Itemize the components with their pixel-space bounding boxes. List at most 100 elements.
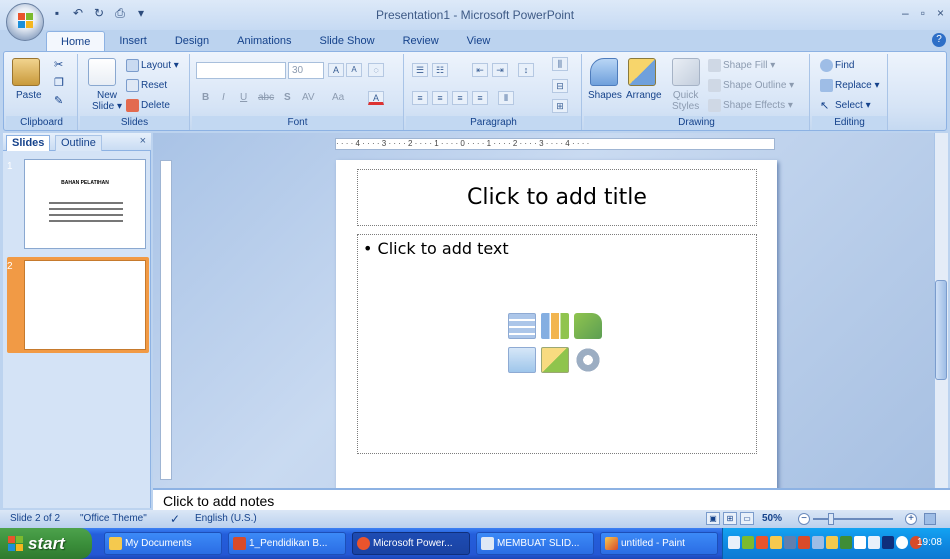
normal-view-icon[interactable]: ▣ — [706, 512, 720, 525]
insert-clipart-icon[interactable] — [541, 347, 569, 373]
customize-qat-icon[interactable]: ▾ — [134, 6, 148, 20]
zoom-slider[interactable] — [813, 518, 893, 520]
taskbar-item-my-documents[interactable]: My Documents — [104, 532, 222, 555]
slide-thumbnail-2[interactable] — [24, 260, 146, 350]
strikethrough-button[interactable]: abc — [258, 92, 274, 103]
new-slide-button[interactable]: New Slide ▾ — [92, 90, 122, 112]
replace-button[interactable]: Replace ▾ — [820, 79, 880, 92]
zoom-slider-handle[interactable] — [828, 513, 834, 525]
tab-outline[interactable]: Outline — [55, 135, 102, 151]
taskbar-item-paint[interactable]: untitled - Paint — [600, 532, 718, 555]
font-name-box[interactable] — [196, 62, 286, 79]
find-button[interactable]: Find — [820, 59, 854, 72]
tray-app-icon[interactable] — [840, 536, 852, 549]
tray-app-icon[interactable] — [812, 536, 824, 549]
close-button[interactable]: × — [937, 6, 944, 20]
shapes-icon[interactable] — [590, 58, 618, 86]
undo-icon[interactable]: ↶ — [71, 6, 85, 20]
clear-format-icon[interactable]: ◌ — [368, 63, 384, 77]
format-painter-icon[interactable]: ✎ — [54, 94, 63, 107]
justify-icon[interactable]: ≡ — [472, 91, 488, 105]
zoom-in-icon[interactable]: + — [905, 513, 917, 525]
slide-sorter-icon[interactable]: ⊞ — [723, 512, 737, 525]
language-indicator[interactable]: English (U.S.) — [195, 510, 257, 528]
delete-button[interactable]: Delete — [126, 99, 170, 112]
text-direction-icon[interactable]: ⫼ — [552, 57, 568, 71]
insert-chart-icon[interactable] — [541, 313, 569, 339]
tray-volume-icon[interactable] — [896, 536, 908, 549]
tab-animations[interactable]: Animations — [223, 31, 305, 51]
tray-network-icon[interactable] — [868, 536, 880, 549]
tab-design[interactable]: Design — [161, 31, 223, 51]
decrease-indent-icon[interactable]: ⇤ — [472, 63, 488, 77]
scrollbar-thumb[interactable] — [935, 280, 947, 380]
bold-button[interactable]: B — [202, 92, 209, 103]
tray-app-icon[interactable] — [784, 536, 796, 549]
minimize-button[interactable]: – — [902, 6, 909, 20]
shrink-font-button[interactable]: A — [346, 63, 362, 77]
font-color-button[interactable]: A — [368, 91, 384, 105]
shapes-button[interactable]: Shapes — [588, 90, 622, 101]
align-text-icon[interactable]: ⊟ — [552, 79, 568, 93]
change-case-button[interactable]: Aa — [332, 92, 344, 103]
tab-review[interactable]: Review — [389, 31, 453, 51]
zoom-out-icon[interactable]: − — [798, 513, 810, 525]
tray-arrow-icon[interactable] — [728, 536, 740, 549]
zoom-level[interactable]: 50% — [762, 510, 782, 528]
paste-icon[interactable] — [12, 58, 40, 86]
shape-effects-button[interactable]: Shape Effects ▾ — [708, 99, 793, 112]
line-spacing-icon[interactable]: ↕ — [518, 63, 534, 77]
tray-app-icon[interactable] — [882, 536, 894, 549]
office-button[interactable] — [6, 3, 44, 41]
shape-fill-button[interactable]: Shape Fill ▾ — [708, 59, 775, 72]
notes-pane[interactable]: Click to add notes — [153, 488, 950, 510]
grow-font-button[interactable]: A — [328, 63, 344, 77]
slide-thumbnail-1[interactable]: BAHAN PELATIHAN — [24, 159, 146, 249]
tab-insert[interactable]: Insert — [105, 31, 161, 51]
new-slide-icon[interactable] — [88, 58, 116, 86]
italic-button[interactable]: I — [222, 92, 225, 103]
taskbar-item-pendidikan[interactable]: 1_Pendidikan B... — [228, 532, 346, 555]
print-icon[interactable]: ⎙ — [113, 6, 127, 20]
smartart-icon[interactable]: ⊞ — [552, 99, 568, 113]
align-right-icon[interactable]: ≡ — [452, 91, 468, 105]
close-panel-icon[interactable]: × — [140, 135, 146, 147]
reset-button[interactable]: Reset — [126, 79, 167, 92]
restore-button[interactable]: ▫ — [921, 6, 925, 20]
tab-slide-show[interactable]: Slide Show — [306, 31, 389, 51]
bullets-icon[interactable]: ☰ — [412, 63, 428, 77]
taskbar-item-powerpoint[interactable]: Microsoft Power... — [352, 532, 470, 555]
taskbar-item-membuat-slide[interactable]: MEMBUAT SLID... — [476, 532, 594, 555]
columns-icon[interactable]: ⫴ — [498, 91, 514, 105]
tab-slides[interactable]: Slides — [6, 135, 51, 151]
cut-icon[interactable]: ✂ — [54, 58, 63, 71]
increase-indent-icon[interactable]: ⇥ — [492, 63, 508, 77]
slide-show-icon[interactable]: ▭ — [740, 512, 754, 525]
align-center-icon[interactable]: ≡ — [432, 91, 448, 105]
save-icon[interactable]: ▪ — [50, 6, 64, 20]
tray-app-icon[interactable] — [826, 536, 838, 549]
font-size-box[interactable]: 30 — [288, 62, 324, 79]
help-icon[interactable]: ? — [932, 33, 946, 47]
tab-view[interactable]: View — [453, 31, 505, 51]
quick-styles-button[interactable]: Quick Styles — [672, 90, 699, 112]
copy-icon[interactable]: ❐ — [54, 76, 64, 89]
tab-home[interactable]: Home — [46, 31, 106, 51]
select-button[interactable]: ↖ Select ▾ — [820, 99, 871, 112]
insert-table-icon[interactable] — [508, 313, 536, 339]
redo-icon[interactable]: ↻ — [92, 6, 106, 20]
arrange-icon[interactable] — [628, 58, 656, 86]
tray-app-icon[interactable] — [770, 536, 782, 549]
insert-smartart-icon[interactable] — [574, 313, 602, 339]
arrange-button[interactable]: Arrange — [626, 90, 662, 101]
insert-picture-icon[interactable] — [508, 347, 536, 373]
fit-to-window-icon[interactable] — [924, 513, 936, 525]
tray-app-icon[interactable] — [854, 536, 866, 549]
shape-outline-button[interactable]: Shape Outline ▾ — [708, 79, 794, 92]
underline-button[interactable]: U — [240, 92, 247, 103]
paste-button[interactable]: Paste — [16, 90, 42, 101]
spell-check-icon[interactable]: ✓ — [168, 512, 182, 526]
quick-styles-icon[interactable] — [672, 58, 700, 86]
numbering-icon[interactable]: ☷ — [432, 63, 448, 77]
align-left-icon[interactable]: ≡ — [412, 91, 428, 105]
